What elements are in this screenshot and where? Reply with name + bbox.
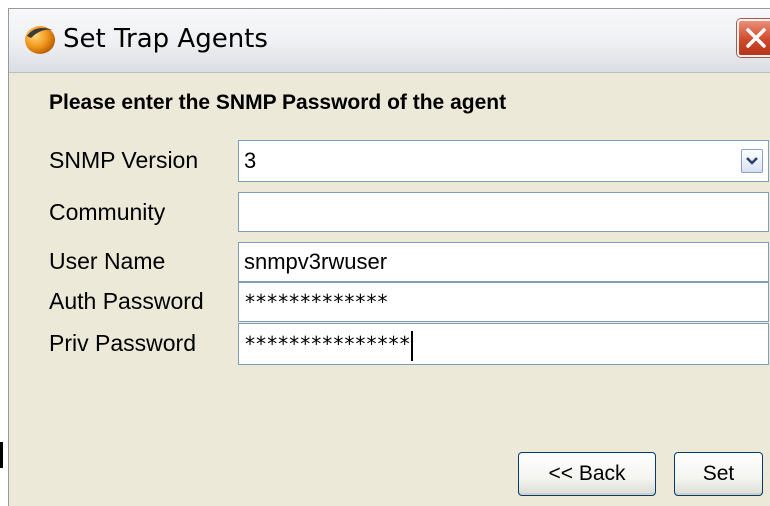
instruction-heading: Please enter the SNMP Password of the ag… [49, 91, 507, 114]
community-label: Community [49, 199, 166, 225]
text-cursor [410, 330, 413, 361]
dropdown-button[interactable] [741, 149, 763, 173]
back-button[interactable]: << Back [518, 452, 656, 496]
background-edge-mark [0, 442, 3, 468]
user-name-input[interactable]: snmpv3rwuser [238, 242, 769, 282]
community-input[interactable] [238, 192, 769, 232]
snmp-version-select[interactable]: 3 [238, 140, 769, 182]
auth-password-input[interactable]: ************* [238, 282, 769, 322]
set-trap-agents-dialog: Set Trap Agents Please enter the SNMP Pa… [8, 8, 770, 506]
title-bar[interactable]: Set Trap Agents [9, 9, 770, 73]
priv-password-input[interactable]: *************** [238, 323, 769, 365]
auth-password-label: Auth Password [49, 288, 204, 314]
priv-password-value: *************** [244, 332, 411, 356]
close-button[interactable] [737, 19, 770, 57]
snmp-version-label: SNMP Version [49, 147, 199, 173]
user-name-label: User Name [49, 248, 166, 274]
priv-password-label: Priv Password [49, 330, 196, 356]
app-logo-icon [23, 22, 57, 56]
close-icon [746, 28, 766, 48]
snmp-version-value: 3 [244, 148, 257, 173]
set-button[interactable]: Set [674, 452, 763, 496]
chevron-down-icon [746, 157, 758, 165]
window-title: Set Trap Agents [63, 24, 268, 54]
